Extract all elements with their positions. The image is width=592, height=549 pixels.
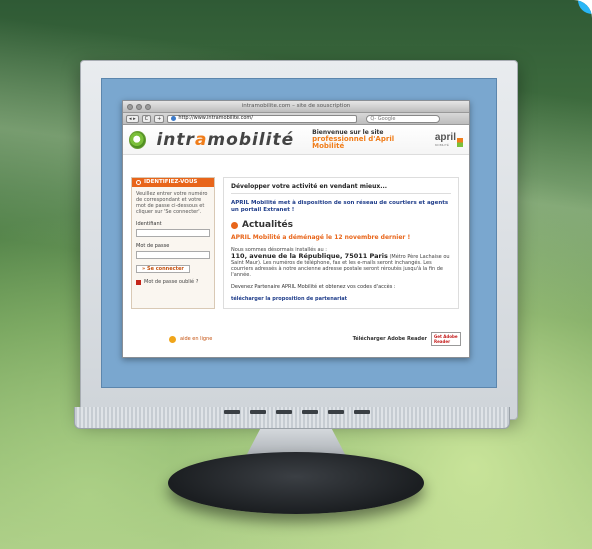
browser-titlebar: intramobilite.com – site de souscription: [123, 101, 469, 113]
address-bar-text: http://www.intramobilite.com/: [178, 115, 253, 121]
site-header: intramobilité Bienvenue sur le site prof…: [123, 125, 469, 155]
forgot-password-text: Mot de passe oublié ?: [144, 279, 199, 285]
monitor-button: [276, 410, 292, 414]
login-instructions: Veuillez entrer votre numéro de correspo…: [136, 191, 208, 215]
april-brand-text: april: [434, 132, 456, 143]
login-circle-icon: [136, 180, 141, 185]
forgot-password-link[interactable]: Mot de passe oublié ?: [136, 279, 210, 285]
adobe-download-text[interactable]: Télécharger Adobe Reader: [353, 336, 427, 342]
news-headline: APRIL Mobilité a déménagé le 12 novembre…: [231, 234, 411, 241]
back-forward-button[interactable]: ◂ ▸: [126, 114, 139, 123]
monitor-button: [328, 410, 344, 414]
logo-suffix: mobilité: [207, 129, 295, 150]
welcome-text: Bienvenue sur le site professionnel d'Ap…: [312, 129, 425, 150]
help-link-text: aide en ligne: [180, 336, 213, 342]
welcome-line2: professionnel d'April Mobilité: [312, 135, 395, 150]
page-content: IDENTIFIEZ-VOUS Veuillez entrer votre nu…: [131, 167, 461, 317]
partner-download-link[interactable]: télécharger la proposition de partenaria…: [231, 296, 451, 302]
add-bookmark-button[interactable]: +: [154, 114, 165, 123]
monitor-button: [302, 410, 318, 414]
partner-text: Devenez Partenaire APRIL Mobilité et obt…: [231, 284, 396, 290]
logo-accent: a: [194, 129, 208, 150]
adobe-reader-badge[interactable]: Get Adobe Reader: [431, 332, 461, 346]
news-title-text: Actualités: [242, 220, 294, 230]
monitor-button: [224, 410, 240, 414]
april-flag-icon: [457, 138, 463, 147]
reload-button[interactable]: C: [141, 114, 152, 123]
login-heading-text: IDENTIFIEZ-VOUS: [144, 179, 198, 185]
bullet-square-icon: [136, 279, 141, 285]
browser-window: intramobilite.com – site de souscription…: [122, 100, 470, 358]
identifiant-input[interactable]: [136, 229, 210, 237]
identifiant-label: Identifiant: [136, 221, 162, 227]
browser-toolbar: ◂ ▸ C + http://www.intramobilite.com/ Q-…: [123, 113, 469, 125]
intro-text: APRIL Mobilité met à disposition de son …: [231, 200, 449, 213]
password-label: Mot de passe: [136, 243, 170, 249]
password-input[interactable]: [136, 251, 210, 259]
login-heading: IDENTIFIEZ-VOUS: [132, 178, 214, 187]
main-panel: Développer votre activité en vendant mie…: [223, 177, 459, 309]
news-body: Nous sommes désormais installés au : 110…: [231, 247, 451, 278]
adobe-badge-line2: Reader: [434, 339, 451, 344]
news-bullet-icon: [231, 221, 238, 229]
connect-button[interactable]: » Se connecter: [136, 265, 190, 273]
globe-icon: [171, 116, 177, 121]
main-heading: Développer votre activité en vendant mie…: [231, 183, 451, 194]
login-panel: IDENTIFIEZ-VOUS Veuillez entrer votre nu…: [131, 177, 215, 309]
help-icon: [169, 335, 176, 343]
address-bar[interactable]: http://www.intramobilite.com/: [167, 114, 358, 123]
help-link[interactable]: aide en ligne: [169, 335, 213, 343]
april-brand-small: MOBILITÉ: [434, 143, 449, 147]
page-footer: aide en ligne Télécharger Adobe Reader G…: [131, 331, 461, 347]
monitor-stand-base: [168, 452, 424, 514]
logo-prefix: intr: [156, 129, 195, 150]
login-form: Veuillez entrer votre numéro de correspo…: [132, 187, 214, 289]
corner-accent: [578, 0, 592, 14]
monitor-button: [354, 410, 370, 414]
site-logo[interactable]: intramobilité: [156, 130, 294, 150]
intramobilite-logo-icon: [129, 130, 147, 149]
monitor-button: [250, 410, 266, 414]
window-title: intramobilite.com – site de souscription: [241, 103, 351, 109]
new-address: 110, avenue de la République, 75011 Pari…: [231, 252, 388, 260]
april-logo: april MOBILITÉ: [435, 132, 463, 147]
news-title: Actualités: [231, 220, 451, 230]
monitor-control-buttons: [224, 410, 370, 416]
search-field[interactable]: Q- Google: [366, 114, 441, 123]
